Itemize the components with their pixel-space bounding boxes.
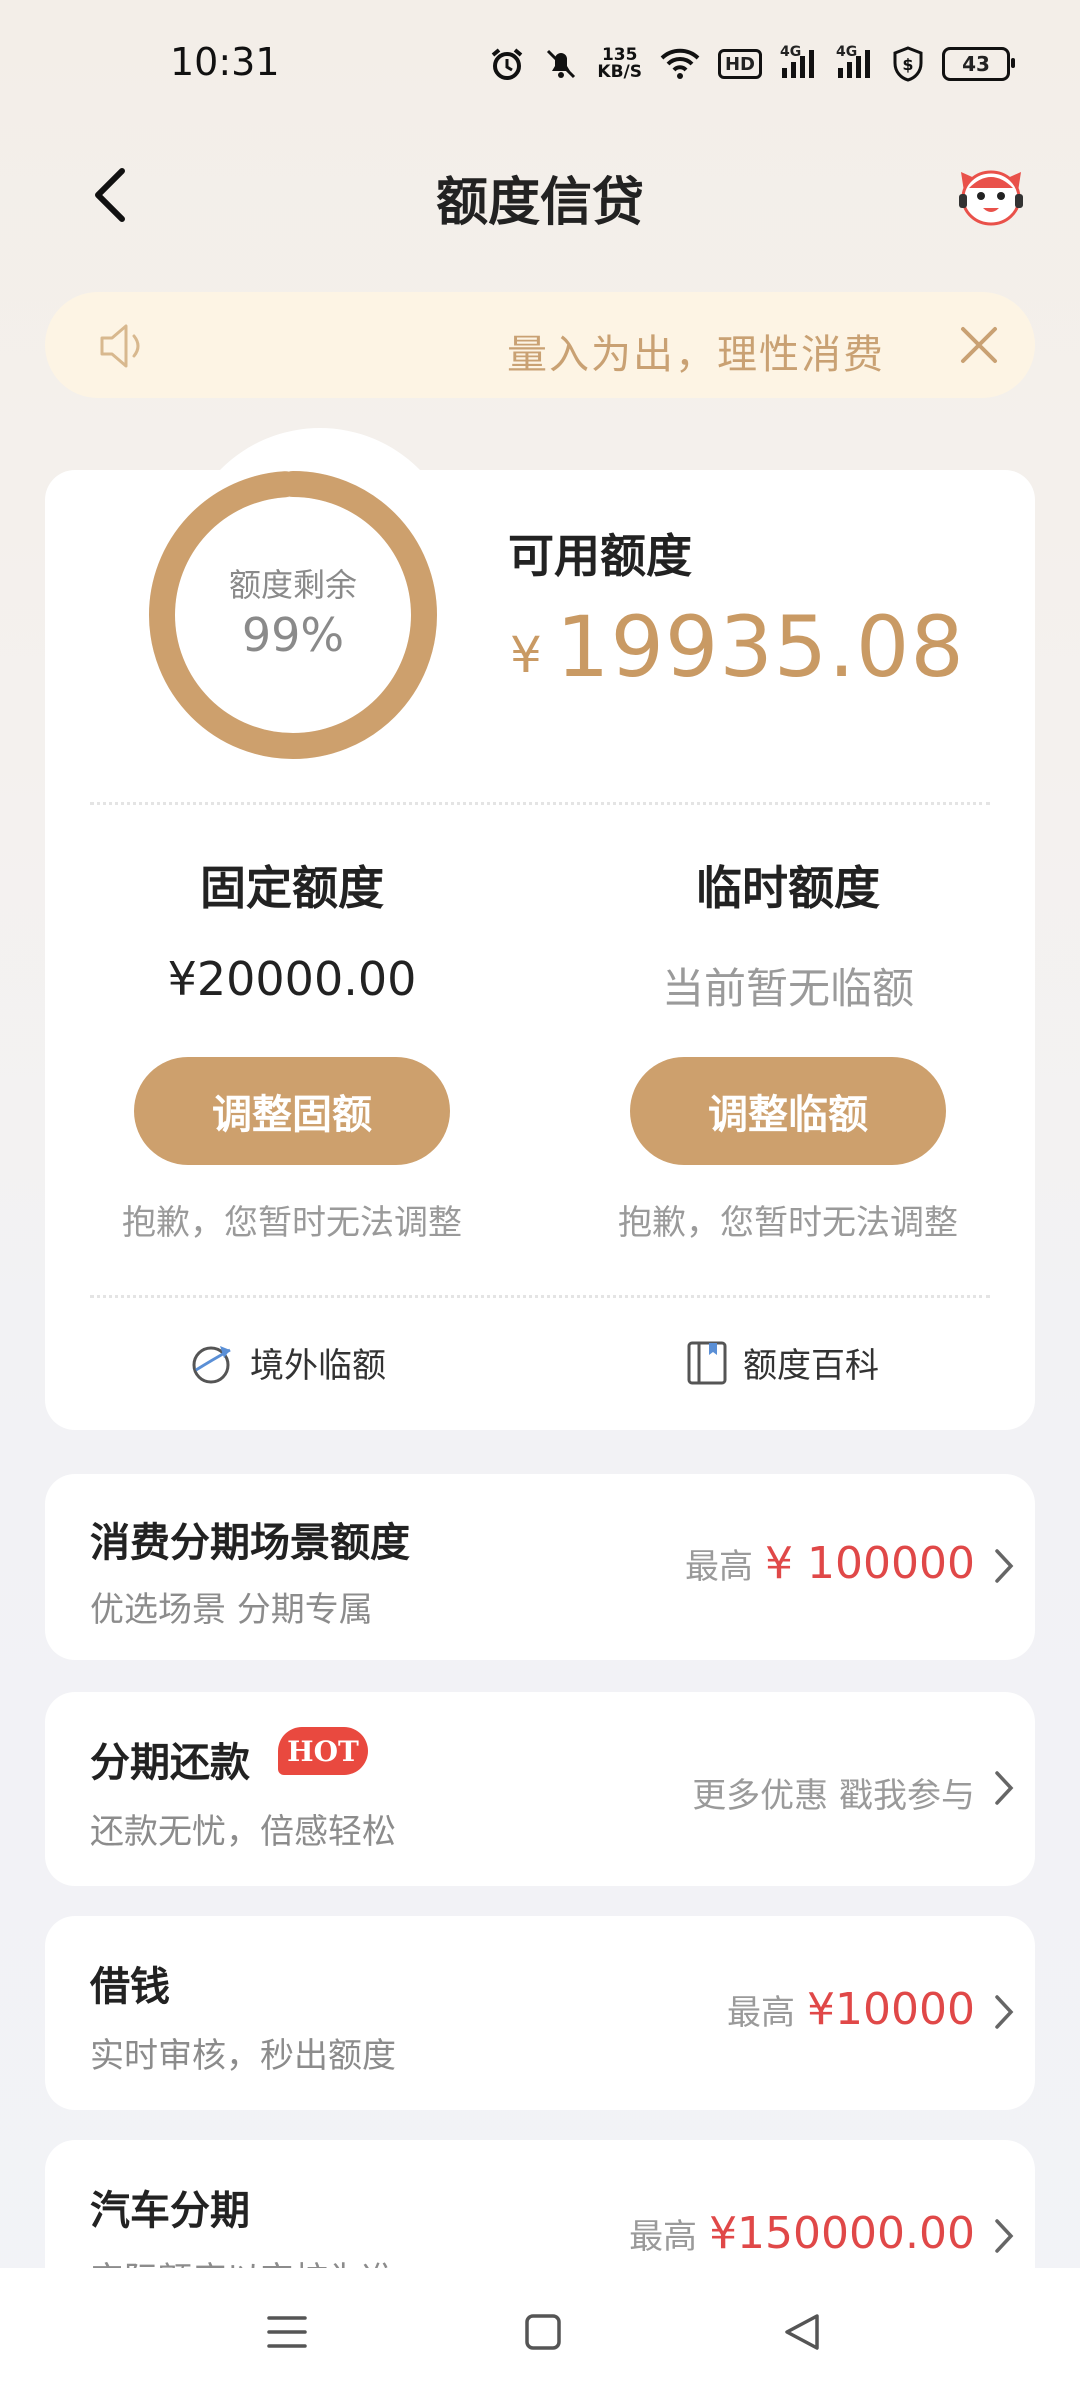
svg-text:$: $ [902, 55, 913, 74]
list-item-amount: 最高 ¥10000 [727, 1984, 975, 2035]
list-item-title: 消费分期场景额度 [90, 1520, 410, 1566]
back-nav-button[interactable] [762, 2292, 842, 2372]
list-item-title: 汽车分期 [90, 2188, 250, 2234]
divider [90, 1295, 990, 1298]
hot-badge: HOT [278, 1727, 368, 1775]
wifi-icon [660, 48, 700, 80]
list-item-subtitle: 优选场景 分期专属 [90, 1590, 373, 1630]
limit-wiki-link[interactable]: 额度百科 [685, 1338, 879, 1387]
home-button[interactable] [503, 2292, 583, 2372]
list-item-promo: 更多优惠 戳我参与 [692, 1776, 975, 1816]
battery-icon: 43 [942, 47, 1015, 81]
speaker-icon [96, 320, 152, 372]
list-item-subtitle: 实时审核，秒出额度 [90, 2036, 396, 2076]
mute-icon [543, 46, 579, 82]
fixed-limit-title: 固定额度 [200, 861, 384, 915]
chevron-right-icon [995, 1995, 1014, 2029]
menu-icon [267, 2316, 307, 2348]
shield-dollar-icon: $ [892, 46, 924, 82]
divider [90, 802, 990, 805]
notice-text: 量入为出，理性消费 [507, 332, 885, 378]
fixed-limit-note: 抱歉，您暂时无法调整 [122, 1203, 462, 1243]
signal-icon: 4G [780, 44, 818, 80]
signal-icon: 4G [836, 44, 874, 80]
fixed-limit-value: ¥20000.00 [167, 952, 417, 1006]
overseas-limit-link[interactable]: 境外临额 [190, 1338, 386, 1387]
chevron-right-icon [995, 1549, 1014, 1583]
close-notice-button[interactable] [958, 324, 1000, 366]
overseas-limit-label: 境外临额 [250, 1346, 386, 1386]
available-currency: ¥ [510, 626, 542, 684]
chevron-right-icon [995, 2219, 1014, 2253]
available-label: 可用额度 [508, 529, 692, 583]
temp-limit-value: 当前暂无临额 [661, 964, 914, 1013]
adjust-fixed-button[interactable]: 调整固额 [134, 1057, 450, 1165]
net-speed: 135 KB/S [597, 45, 642, 82]
temp-limit-note: 抱歉，您暂时无法调整 [618, 1203, 958, 1243]
list-item-subtitle: 还款无忧，倍感轻松 [90, 1812, 396, 1852]
mascot-icon [959, 170, 1023, 226]
ring-percent: 99% [241, 608, 345, 662]
list-item-title: 分期还款 [90, 1740, 250, 1786]
status-icons: 135 KB/S HD 4G 4G $ 43 [489, 44, 1015, 84]
status-time: 10:31 [170, 40, 280, 84]
customer-service-button[interactable] [955, 158, 1027, 230]
page-title: 额度信贷 [435, 173, 644, 233]
temp-limit-title: 临时额度 [696, 861, 880, 915]
list-item-title: 借钱 [90, 1964, 170, 2010]
menu-button[interactable] [247, 2292, 327, 2372]
list-item-amount: 最高 ¥ 100000 [685, 1538, 975, 1589]
hd-icon: HD [717, 49, 762, 79]
close-icon [961, 327, 997, 363]
chevron-right-icon [995, 1771, 1014, 1805]
available-amount: 19935.08 [556, 598, 965, 696]
alarm-icon [489, 46, 525, 82]
globe-plane-icon [192, 1345, 231, 1383]
limit-wiki-label: 额度百科 [743, 1346, 879, 1386]
ring-label: 额度剩余 [228, 566, 357, 604]
list-item-amount: 最高 ¥150000.00 [629, 2208, 975, 2259]
adjust-temp-button[interactable]: 调整临额 [630, 1057, 946, 1165]
back-triangle-icon [785, 2314, 819, 2350]
book-icon [687, 1341, 727, 1384]
home-square-icon [525, 2314, 561, 2350]
